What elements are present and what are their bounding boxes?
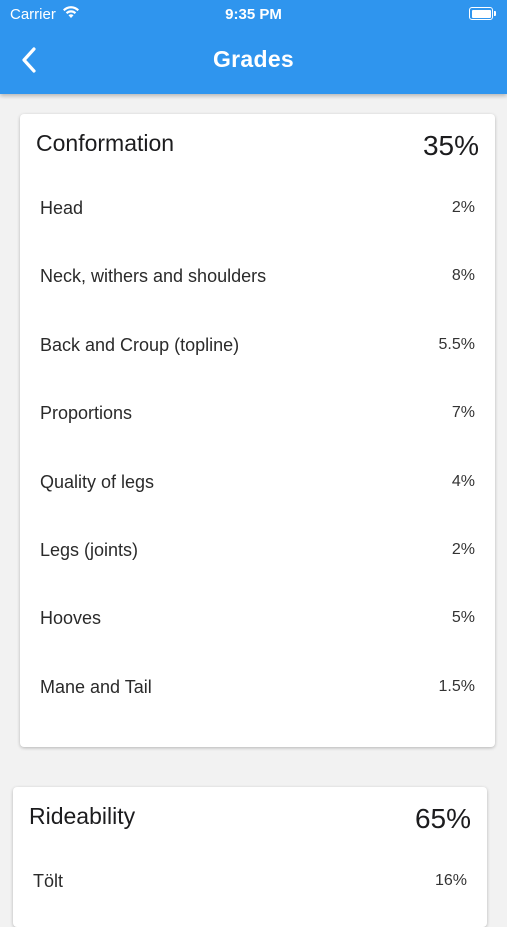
grade-label: Quality of legs: [40, 471, 155, 492]
grade-value: 1.5%: [438, 677, 475, 695]
page-title: Grades: [212, 46, 295, 72]
grade-label: Tölt: [33, 871, 64, 891]
grade-row-back[interactable]: Back and Croup (topline) 5.5%: [20, 311, 495, 379]
grade-row-quality-legs[interactable]: Quality of legs 4%: [20, 448, 495, 516]
grade-value: 2%: [451, 540, 475, 558]
grade-row-legs-joints[interactable]: Legs (joints) 2%: [20, 516, 495, 584]
grade-label: Neck, withers and shoulders: [40, 266, 267, 287]
grade-row-hooves[interactable]: Hooves 5%: [20, 584, 495, 652]
section-title: Conformation: [36, 130, 175, 156]
grade-label: Hooves: [40, 608, 102, 629]
grade-value: 8%: [451, 267, 475, 285]
section-header: Conformation 35%: [20, 114, 495, 174]
grade-label: Back and Croup (topline): [40, 334, 240, 355]
section-total: 35%: [422, 130, 479, 161]
battery-icon: [469, 7, 496, 20]
grade-value: 2%: [451, 199, 475, 216]
grade-value: 5.5%: [438, 335, 475, 353]
grade-label: Head: [40, 198, 84, 218]
grade-value: 4%: [451, 472, 475, 490]
grade-row-neck[interactable]: Neck, withers and shoulders 8%: [20, 242, 495, 310]
grade-label: Mane and Tail: [40, 676, 152, 697]
section-total: 65%: [414, 803, 471, 834]
conformation-card: Conformation 35% Head 2% Neck, withers a…: [20, 114, 495, 747]
grade-row-mane-tail[interactable]: Mane and Tail 1.5%: [20, 653, 495, 721]
grade-value: 7%: [451, 404, 475, 422]
status-bar: Carrier 9:35 PM: [0, 0, 507, 28]
grade-row-head[interactable]: Head 2%: [20, 174, 495, 242]
section-title: Rideability: [29, 803, 136, 829]
clock: 9:35 PM: [225, 6, 282, 23]
section-header: Rideability 65%: [13, 787, 487, 847]
rideability-card: Rideability 65% Tölt 16%: [13, 787, 487, 927]
app-bar: Carrier 9:35 PM Grades: [0, 0, 507, 94]
grade-label: Proportions: [40, 403, 133, 424]
grade-label: Legs (joints): [40, 539, 139, 560]
grade-row-proportions[interactable]: Proportions 7%: [20, 379, 495, 447]
grade-value: 16%: [434, 872, 467, 889]
grade-value: 5%: [451, 609, 475, 627]
grade-row-tolt[interactable]: Tölt 16%: [13, 847, 487, 915]
